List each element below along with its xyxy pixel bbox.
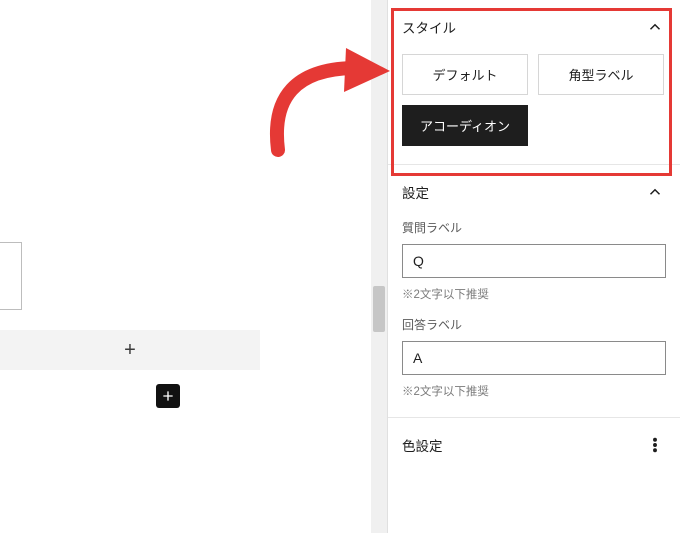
plus-icon [160,388,176,404]
style-option-accordion[interactable]: アコーディオン [402,105,528,146]
question-label-hint: ※2文字以下推奨 [402,286,666,302]
block-inserter-button[interactable] [156,384,180,408]
scrollbar-thumb[interactable] [373,286,385,332]
panel-color-settings-title: 色設定 [402,435,443,455]
question-label-input[interactable] [402,244,666,278]
chevron-up-icon [644,16,666,38]
panel-settings-toggle[interactable]: 設定 [388,165,680,219]
panel-color-settings: 色設定 [388,418,680,472]
add-block-bar[interactable]: + [0,330,260,370]
question-label-caption: 質問ラベル [402,219,666,236]
chevron-up-icon [644,181,666,203]
panel-settings-title: 設定 [402,182,429,202]
scrollbar-track[interactable] [371,0,387,533]
plus-icon: + [124,339,136,362]
style-options: デフォルト 角型ラベル アコーディオン [402,54,666,146]
style-option-default[interactable]: デフォルト [402,54,528,95]
kebab-icon[interactable] [644,434,666,456]
settings-sidebar: スタイル デフォルト 角型ラベル アコーディオン 設定 質問ラベル ※2文字以下… [387,0,680,533]
answer-label-hint: ※2文字以下推奨 [402,383,666,399]
answer-label-caption: 回答ラベル [402,316,666,333]
editor-canvas: + [0,0,371,533]
answer-label-input[interactable] [402,341,666,375]
block-outline-fragment [0,242,22,310]
style-option-square-label[interactable]: 角型ラベル [538,54,664,95]
panel-color-settings-toggle[interactable]: 色設定 [388,418,680,472]
panel-style: スタイル デフォルト 角型ラベル アコーディオン [388,0,680,165]
panel-settings: 設定 質問ラベル ※2文字以下推奨 回答ラベル ※2文字以下推奨 [388,165,680,418]
panel-style-toggle[interactable]: スタイル [388,0,680,54]
panel-style-title: スタイル [402,17,456,37]
